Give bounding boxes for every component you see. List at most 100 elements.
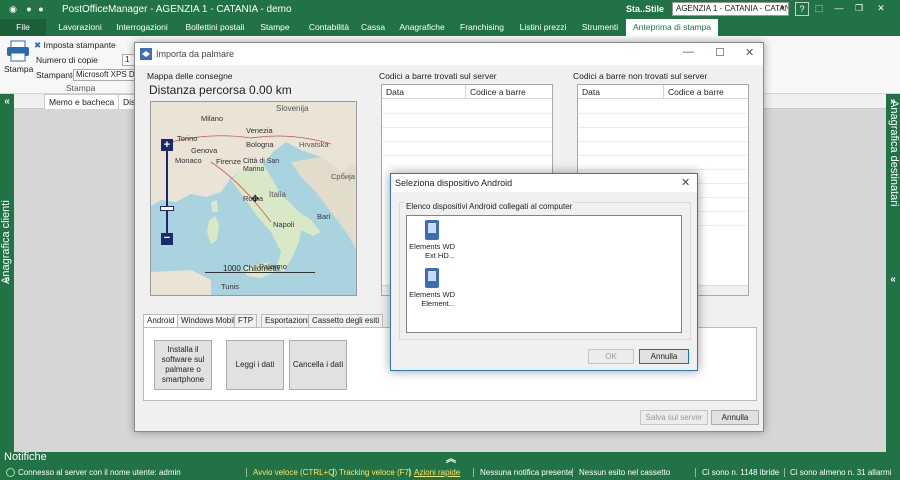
android-device-dialog: Seleziona dispositivo Android ✕ Elenco d… (390, 173, 698, 371)
not-found-col-data[interactable]: Data (578, 85, 664, 99)
save-to-server-button[interactable]: Salva sul server (640, 410, 708, 425)
map-label-napoli: Napoli (273, 220, 295, 229)
copies-label: Numero di copie (36, 55, 98, 65)
tab-esportazioni[interactable]: Esportazioni (261, 314, 314, 327)
tab-lavorazioni[interactable]: Lavorazioni (52, 19, 108, 36)
tab-ftp[interactable]: FTP (234, 314, 258, 327)
zoom-slider-track[interactable] (166, 151, 168, 237)
printer-select[interactable]: Microsoft XPS Doc (73, 69, 136, 81)
not-found-col-barcode[interactable]: Codice a barre (664, 85, 748, 99)
tab-file[interactable]: File (0, 19, 46, 36)
map-label-italia: Italia (269, 190, 286, 199)
tab-contabilita[interactable]: Contabilità (300, 19, 358, 36)
delivery-map[interactable]: + − Slovenija Milano Venezia Hrvatska To… (150, 101, 357, 296)
device-list-label: Elenco dispositivi Android collegati al … (404, 202, 575, 211)
ok-button[interactable]: OK (588, 349, 634, 364)
hybrid-status: Ci sono n. 1148 ibride (702, 468, 780, 477)
tab-bollettini[interactable]: Bollettini postali (180, 19, 250, 36)
right-side-panel[interactable]: » Anagrafica destinatari « (886, 94, 900, 452)
zoom-in-button[interactable]: + (161, 139, 173, 151)
map-label-bari: Bari (317, 212, 331, 221)
map-label-torino: Torino (177, 134, 198, 143)
doc-tab-memo[interactable]: Memo e bacheca (44, 94, 120, 109)
help-icon[interactable]: ? (795, 2, 809, 16)
divider (695, 468, 696, 477)
app-window-icon (140, 48, 152, 60)
map-label-genova: Genova (191, 146, 218, 155)
device-name: Elements WD (409, 242, 455, 251)
cancel-button[interactable]: Annulla (711, 410, 759, 425)
tab-anagrafiche[interactable]: Anagrafiche (392, 19, 452, 36)
grid-line (578, 113, 748, 114)
quick-actions-link[interactable]: Azioni rapide (414, 465, 460, 480)
map-label-milano: Milano (201, 114, 224, 123)
expand-right-icon[interactable]: « (888, 274, 898, 285)
tab-cassetto-esiti[interactable]: Cassetto degli esiti (308, 314, 384, 327)
zoom-slider-thumb[interactable] (160, 206, 174, 211)
fast-start-link[interactable]: Avvio veloce (CTRL+Q) (253, 465, 337, 480)
device-item[interactable]: Elements WD Element... (409, 268, 455, 310)
tab-cassa[interactable]: Cassa (360, 19, 386, 36)
tab-stampe[interactable]: Stampe (256, 19, 294, 36)
android-cancel-button[interactable]: Annulla (639, 349, 689, 364)
print-button[interactable]: Stampa (4, 40, 33, 80)
grid-line (578, 141, 748, 142)
tab-interrogazioni[interactable]: Interrogazioni (112, 19, 172, 36)
style-label: Stile (645, 4, 665, 14)
window-title: PostOfficeManager - AGENZIA 1 - CATANIA … (62, 4, 292, 15)
device-group: Elenco dispositivi Android collegati al … (399, 202, 691, 340)
status-bar: Connesso al server con il nome utente: a… (0, 465, 900, 480)
grid-line (578, 169, 748, 170)
device-list[interactable]: Elements WD Ext HD... Elements WD Elemen… (406, 215, 682, 333)
users-icon[interactable]: ● (36, 4, 46, 14)
collapse-left-icon[interactable]: « (2, 96, 12, 107)
user-icon[interactable]: ● (24, 4, 34, 14)
android-dialog-titlebar: Seleziona dispositivo Android ✕ (391, 174, 697, 192)
maximize-icon[interactable]: ❐ (852, 2, 866, 16)
printer-setup-button[interactable]: ✖ Imposta stampante (34, 40, 116, 51)
minimize-icon[interactable]: — (683, 46, 694, 58)
read-data-button[interactable]: Leggi i dati (226, 340, 284, 390)
tab-android[interactable]: Android (143, 314, 179, 328)
printer-setup-label: Imposta stampante (43, 40, 116, 50)
device-item[interactable]: Elements WD Ext HD... (409, 220, 455, 262)
grid-line (382, 155, 552, 156)
agency-select[interactable]: AGENZIA 1 - CATANIA - CATANIA ▼ (672, 2, 789, 16)
ribbon-options-icon[interactable]: ⬚ (812, 2, 826, 16)
chevron-up-icon[interactable]: ︽ (446, 450, 456, 465)
tab-franchising[interactable]: Franchising (458, 19, 506, 36)
close-icon[interactable]: ✕ (874, 2, 888, 16)
close-icon[interactable]: ✕ (745, 46, 754, 59)
map-label-venezia: Venezia (246, 126, 273, 135)
title-bar: ◉ ● ● PostOfficeManager - AGENZIA 1 - CA… (0, 0, 900, 19)
map-label-hrvatska: Hrvatska (299, 140, 329, 149)
map-label-tunis: Tunis (221, 282, 240, 291)
zoom-out-button[interactable]: − (161, 233, 173, 245)
tab-anteprima[interactable]: Anteprima di stampa (626, 19, 718, 36)
minimize-icon[interactable]: — (832, 2, 846, 16)
notifications-label: Notifiche (4, 451, 47, 463)
install-software-button[interactable]: Installa il software sul palmare o smart… (154, 340, 212, 390)
found-col-data[interactable]: Data (382, 85, 466, 99)
expand-left-icon[interactable]: » (2, 274, 12, 285)
printer-icon (7, 40, 29, 62)
tab-strumenti[interactable]: Strumenti (578, 19, 622, 36)
ribbon-tabs: File Lavorazioni Interrogazioni Bolletti… (0, 19, 900, 36)
alarm-status: Ci sono almeno n. 31 allarmi (790, 468, 892, 477)
android-dialog-title: Seleziona dispositivo Android (395, 178, 513, 188)
maximize-icon[interactable]: ☐ (715, 46, 725, 59)
map-label-firenze: Firenze (216, 157, 242, 166)
left-panel-label: Anagrafica clienti (0, 200, 12, 284)
left-side-panel[interactable]: « Anagrafica clienti » (0, 94, 14, 452)
notifications-bar[interactable]: Notifiche ︽ (0, 450, 900, 465)
close-icon[interactable]: ✕ (681, 176, 690, 189)
divider (246, 468, 247, 477)
delete-data-button[interactable]: Cancella i dati (289, 340, 347, 390)
map-cursor-icon: ✥ (251, 194, 260, 205)
tracking-link[interactable]: Tracking veloce (F7) (339, 465, 412, 480)
found-col-barcode[interactable]: Codice a barre (466, 85, 552, 99)
tab-listini[interactable]: Listini prezzi (518, 19, 568, 36)
map-scale-label: 1000 Chilometri (223, 264, 280, 273)
divider (333, 468, 334, 477)
connection-status: Connesso al server con il nome utente: a… (18, 468, 181, 477)
